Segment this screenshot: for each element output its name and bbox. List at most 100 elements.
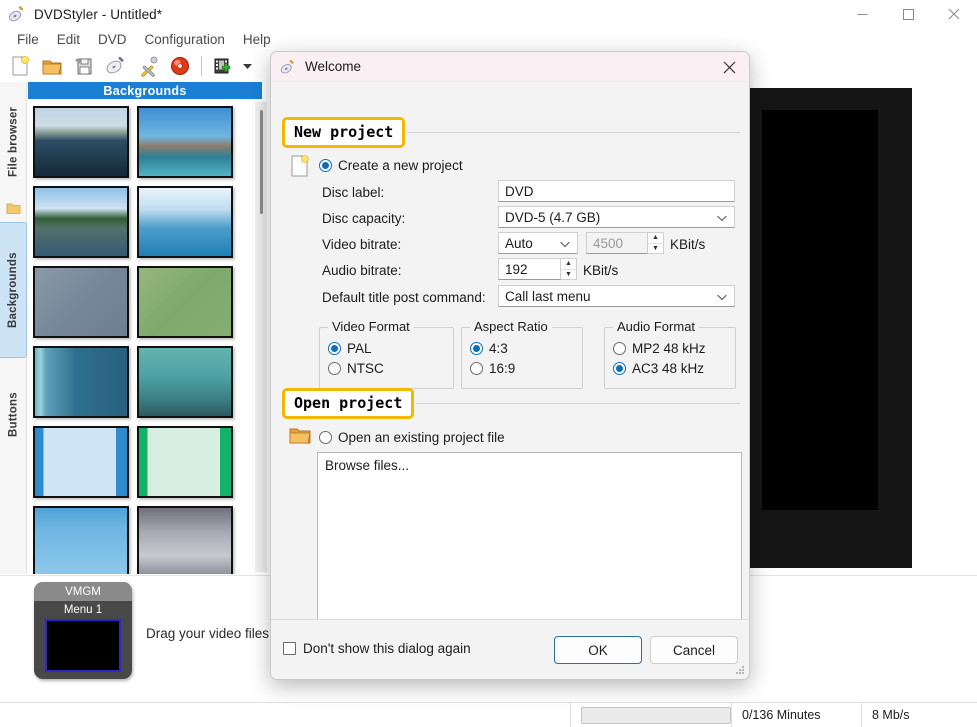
- tools-icon[interactable]: [132, 51, 164, 81]
- close-icon[interactable]: [931, 0, 977, 28]
- background-thumbnail-11[interactable]: [137, 506, 233, 574]
- menu-help[interactable]: Help: [234, 30, 280, 49]
- aspect-ratio-option-169[interactable]: 16:9: [470, 361, 515, 376]
- menu-preview-canvas[interactable]: [750, 82, 977, 574]
- scrollbar-thumb[interactable]: [260, 110, 263, 214]
- menu-bar: File Edit DVD Configuration Help: [0, 28, 977, 50]
- status-message: [0, 703, 570, 727]
- disc-capacity-value: DVD-5 (4.7 GB): [505, 210, 600, 225]
- radio-indicator: [328, 362, 341, 375]
- open-folder-icon[interactable]: [36, 51, 68, 81]
- video-bitrate-input[interactable]: 4500: [586, 232, 648, 254]
- open-project-section-label: Open project: [282, 388, 414, 419]
- background-thumbnail-5[interactable]: [137, 266, 233, 338]
- background-thumbnail-2[interactable]: [33, 186, 129, 258]
- folder-icon: [6, 202, 21, 215]
- add-film-icon[interactable]: [207, 51, 239, 81]
- welcome-dialog: Welcome New project Create a: [270, 51, 750, 680]
- video-format-option-ntsc-label: NTSC: [347, 361, 384, 376]
- vmgm-tile-header: VMGM: [34, 582, 132, 601]
- backgrounds-panel-header: Backgrounds: [28, 82, 262, 99]
- video-format-option-pal[interactable]: PAL: [328, 341, 372, 356]
- post-command-select[interactable]: Call last menu: [498, 285, 735, 307]
- capacity-gauge: [570, 703, 731, 727]
- post-command-value: Call last menu: [505, 289, 591, 304]
- status-bar: 0/136 Minutes 8 Mb/s: [0, 702, 977, 727]
- background-thumbnail-1[interactable]: [137, 106, 233, 178]
- menu-edit[interactable]: Edit: [48, 30, 89, 49]
- stepper-down-icon[interactable]: ▼: [648, 244, 663, 254]
- dvdstyler-icon: [8, 5, 26, 23]
- ok-button[interactable]: OK: [554, 636, 642, 664]
- maximize-icon[interactable]: [885, 0, 931, 28]
- stepper-down-icon[interactable]: ▼: [561, 270, 576, 280]
- disc-capacity-select[interactable]: DVD-5 (4.7 GB): [498, 206, 735, 228]
- create-new-project-label: Create a new project: [338, 158, 463, 173]
- open-folder-icon: [289, 426, 311, 448]
- audio-bitrate-stepper[interactable]: ▲ ▼: [561, 258, 577, 280]
- video-bitrate-stepper[interactable]: ▲ ▼: [648, 232, 664, 254]
- disc-wrench-icon[interactable]: [100, 51, 132, 81]
- video-format-option-ntsc[interactable]: NTSC: [328, 361, 384, 376]
- video-bitrate-mode-select[interactable]: Auto: [498, 232, 578, 254]
- aspect-ratio-option-43[interactable]: 4:3: [470, 341, 508, 356]
- audio-bitrate-label: Audio bitrate:: [322, 263, 402, 278]
- chevron-down-icon[interactable]: [239, 51, 255, 81]
- browse-files-area[interactable]: Browse files...: [317, 452, 742, 646]
- dont-show-again-checkbox[interactable]: Don't show this dialog again: [283, 641, 471, 656]
- vmgm-tile-screen: [45, 619, 121, 672]
- aspect-ratio-option-169-label: 16:9: [489, 361, 515, 376]
- section-divider: [416, 403, 740, 404]
- chevron-down-icon: [560, 236, 570, 251]
- stepper-up-icon[interactable]: ▲: [561, 259, 576, 270]
- audio-bitrate-unit: KBit/s: [583, 263, 618, 278]
- menu-file[interactable]: File: [8, 30, 48, 49]
- cancel-button-label: Cancel: [673, 643, 715, 658]
- background-thumbnail-10[interactable]: [33, 506, 129, 574]
- background-thumbnail-9[interactable]: [137, 426, 233, 498]
- stepper-up-icon[interactable]: ▲: [648, 233, 663, 244]
- backgrounds-scrollbar[interactable]: [255, 102, 267, 572]
- background-thumbnail-0[interactable]: [33, 106, 129, 178]
- video-format-option-pal-label: PAL: [347, 341, 372, 356]
- close-icon[interactable]: [709, 52, 749, 82]
- cancel-button[interactable]: Cancel: [650, 636, 738, 664]
- dont-show-again-label: Don't show this dialog again: [303, 641, 471, 656]
- sidebar-item-buttons[interactable]: Buttons: [0, 370, 27, 460]
- background-thumbnail-3[interactable]: [137, 186, 233, 258]
- video-bitrate-label: Video bitrate:: [322, 237, 401, 252]
- backgrounds-panel: Backgrounds: [28, 82, 268, 574]
- menu-dvd[interactable]: DVD: [89, 30, 136, 49]
- menu-configuration[interactable]: Configuration: [136, 30, 234, 49]
- dialog-footer: Don't show this dialog again OK Cancel: [271, 619, 749, 679]
- minimize-icon[interactable]: [839, 0, 885, 28]
- background-thumbnail-6[interactable]: [33, 346, 129, 418]
- open-project-section-header: Open project: [282, 388, 740, 419]
- radio-indicator: [613, 342, 626, 355]
- audio-bitrate-input[interactable]: 192: [498, 258, 561, 280]
- vmgm-menu-tile[interactable]: VMGM Menu 1: [34, 582, 132, 679]
- background-thumbnail-4[interactable]: [33, 266, 129, 338]
- background-thumbnail-8[interactable]: [33, 426, 129, 498]
- radio-indicator: [470, 342, 483, 355]
- new-document-icon: [289, 154, 311, 181]
- open-existing-project-radio[interactable]: Open an existing project file: [319, 430, 505, 445]
- sidebar-item-file-browser[interactable]: File browser: [0, 88, 27, 196]
- audio-format-option-ac3[interactable]: AC3 48 kHz: [613, 361, 704, 376]
- new-project-section-header: New project: [282, 117, 740, 148]
- status-bitrate: 8 Mb/s: [861, 703, 977, 727]
- burn-disc-icon[interactable]: [164, 51, 196, 81]
- disc-label-label: Disc label:: [322, 185, 384, 200]
- checkbox-indicator: [283, 642, 296, 655]
- new-document-icon[interactable]: [4, 51, 36, 81]
- sidebar-item-backgrounds[interactable]: Backgrounds: [0, 222, 27, 358]
- save-disk-icon[interactable]: [68, 51, 100, 81]
- background-thumbnail-7[interactable]: [137, 346, 233, 418]
- left-tab-strip: File browser Backgrounds Buttons: [0, 82, 27, 574]
- resize-grip[interactable]: [735, 666, 745, 676]
- disc-label-input[interactable]: DVD: [498, 180, 735, 202]
- create-new-project-radio[interactable]: Create a new project: [319, 158, 463, 173]
- audio-format-option-mp2[interactable]: MP2 48 kHz: [613, 341, 706, 356]
- ok-button-label: OK: [588, 643, 608, 658]
- title-bar: DVDStyler - Untitled*: [0, 0, 977, 28]
